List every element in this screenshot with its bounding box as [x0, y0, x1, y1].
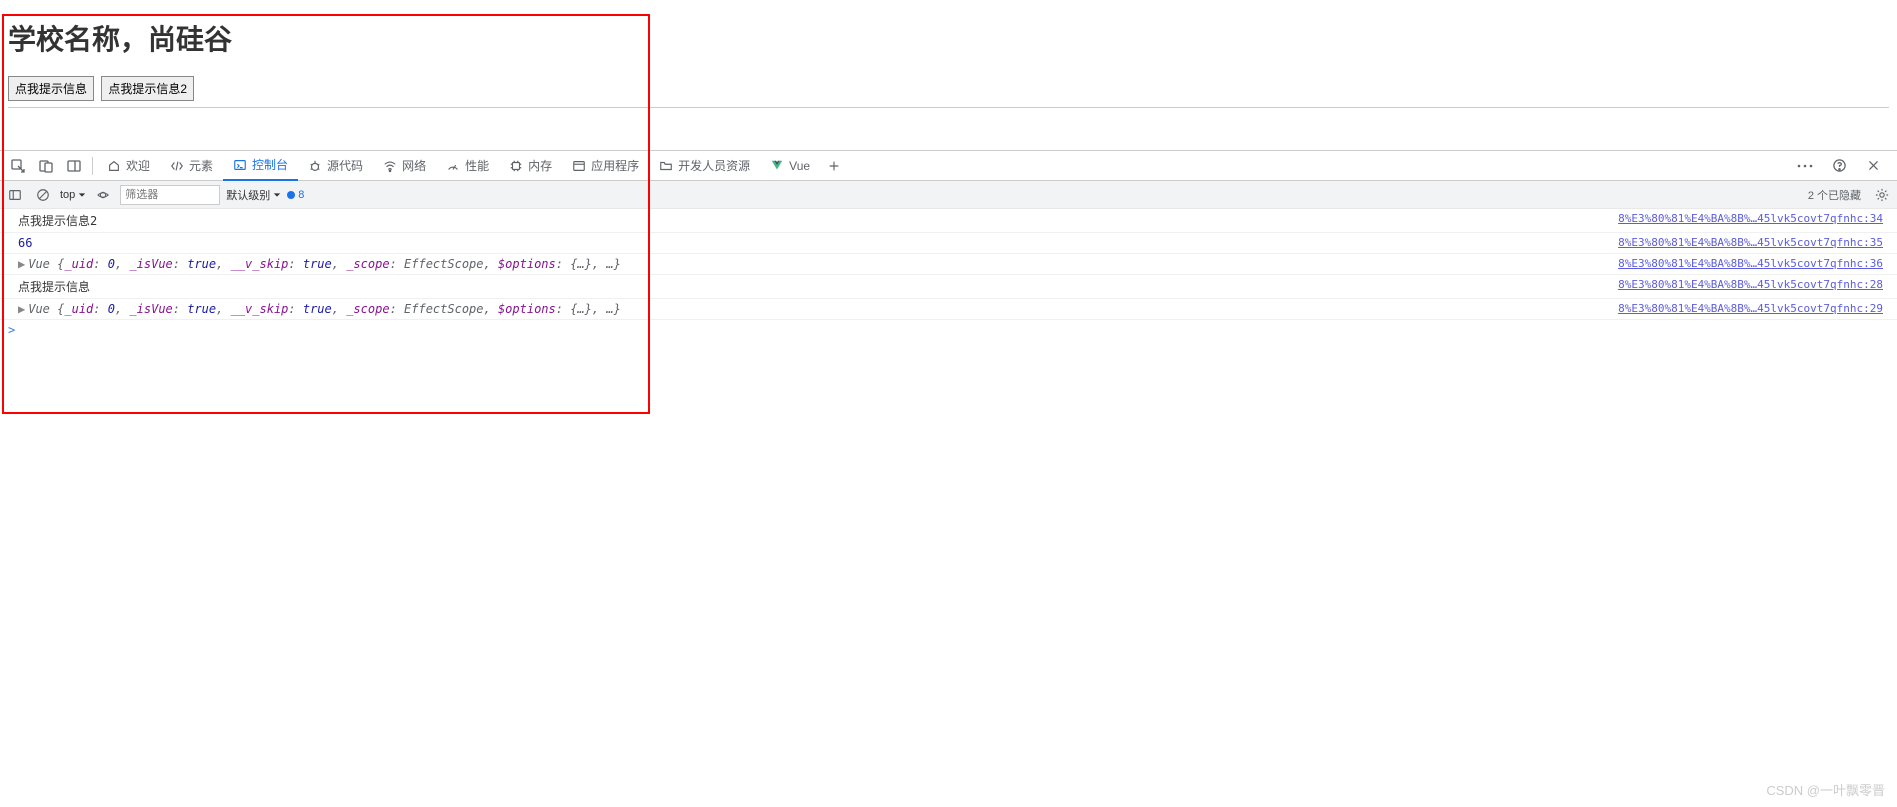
app-icon	[572, 159, 586, 173]
source-link[interactable]: 8%E3%80%81%E4%BA%8B%…45lvk5covt7qfnhc:35	[1618, 236, 1889, 249]
settings-gear-icon[interactable]	[1871, 184, 1893, 206]
tab-performance[interactable]: 性能	[436, 151, 499, 181]
context-value: top	[60, 189, 75, 201]
devtools-tabs: 欢迎 元素 控制台 源代码 网络 性能 内存 应用程序	[0, 151, 1897, 181]
tab-welcome[interactable]: 欢迎	[97, 151, 160, 181]
log-message: 点我提示信息	[18, 278, 1618, 295]
live-expression-icon[interactable]	[92, 184, 114, 206]
clear-console-icon[interactable]	[32, 184, 54, 206]
divider	[92, 157, 93, 175]
help-icon[interactable]	[1825, 152, 1853, 180]
tab-console[interactable]: 控制台	[223, 151, 298, 181]
tab-label: 欢迎	[126, 157, 150, 174]
wifi-icon	[383, 159, 397, 173]
tab-label: Vue	[789, 159, 810, 173]
hidden-count: 2 个已隐藏	[1808, 187, 1865, 203]
sidebar-toggle-icon[interactable]	[4, 184, 26, 206]
filter-input[interactable]	[120, 185, 220, 205]
console-prompt[interactable]: >	[0, 320, 1897, 340]
inspect-icon[interactable]	[4, 152, 32, 180]
console-log-row: 点我提示信息 8%E3%80%81%E4%BA%8B%…45lvk5covt7q…	[0, 275, 1897, 299]
tab-vue[interactable]: Vue	[760, 151, 820, 181]
chevron-down-icon	[78, 191, 86, 199]
expand-arrow-icon[interactable]: ▶	[18, 302, 25, 316]
add-tab-icon[interactable]	[820, 152, 848, 180]
home-icon	[107, 159, 121, 173]
context-select[interactable]: top	[60, 189, 86, 201]
tab-label: 开发人员资源	[678, 157, 750, 174]
code-icon	[170, 159, 184, 173]
tab-label: 源代码	[327, 157, 363, 174]
devtools-panel: 欢迎 元素 控制台 源代码 网络 性能 内存 应用程序	[0, 150, 1897, 340]
tab-application[interactable]: 应用程序	[562, 151, 649, 181]
badge-dot-icon	[287, 191, 295, 199]
tab-label: 元素	[189, 157, 213, 174]
level-select[interactable]: 默认级别	[226, 187, 281, 203]
log-message: ▶Vue {_uid: 0, _isVue: true, __v_skip: t…	[18, 302, 1618, 316]
badge-count: 8	[298, 189, 304, 201]
tab-elements[interactable]: 元素	[160, 151, 223, 181]
level-value: 默认级别	[226, 187, 270, 203]
folder-icon	[659, 159, 673, 173]
console-object-row: ▶Vue {_uid: 0, _isVue: true, __v_skip: t…	[0, 254, 1897, 275]
watermark: CSDN @一叶飘零晋	[1766, 780, 1885, 799]
console-log-row: 66 8%E3%80%81%E4%BA%8B%…45lvk5covt7qfnhc…	[0, 233, 1897, 254]
tab-label: 控制台	[252, 156, 288, 173]
tab-sources[interactable]: 源代码	[298, 151, 373, 181]
device-toggle-icon[interactable]	[32, 152, 60, 180]
issue-badge[interactable]: 8	[287, 189, 304, 201]
console-filter-bar: top 默认级别 8 2 个已隐藏	[0, 181, 1897, 209]
source-link[interactable]: 8%E3%80%81%E4%BA%8B%…45lvk5covt7qfnhc:29	[1618, 302, 1889, 315]
tab-label: 内存	[528, 157, 552, 174]
expand-arrow-icon[interactable]: ▶	[18, 257, 25, 271]
chevron-down-icon	[273, 191, 281, 199]
tab-memory[interactable]: 内存	[499, 151, 562, 181]
chip-icon	[509, 159, 523, 173]
vue-icon	[770, 159, 784, 173]
source-link[interactable]: 8%E3%80%81%E4%BA%8B%…45lvk5covt7qfnhc:34	[1618, 212, 1889, 225]
tab-label: 网络	[402, 157, 426, 174]
log-message: ▶Vue {_uid: 0, _isVue: true, __v_skip: t…	[18, 257, 1618, 271]
console-log-row: 点我提示信息2 8%E3%80%81%E4%BA%8B%…45lvk5covt7…	[0, 209, 1897, 233]
tab-devresources[interactable]: 开发人员资源	[649, 151, 760, 181]
dock-side-icon[interactable]	[60, 152, 88, 180]
tab-network[interactable]: 网络	[373, 151, 436, 181]
console-output: 点我提示信息2 8%E3%80%81%E4%BA%8B%…45lvk5covt7…	[0, 209, 1897, 340]
tab-label: 性能	[465, 157, 489, 174]
log-message: 66	[18, 236, 1618, 250]
page-title: 学校名称，尚硅谷	[8, 18, 1889, 58]
console-object-row: ▶Vue {_uid: 0, _isVue: true, __v_skip: t…	[0, 299, 1897, 320]
close-icon[interactable]	[1859, 152, 1887, 180]
show-info-button-2[interactable]: 点我提示信息2	[101, 76, 194, 101]
log-message: 点我提示信息2	[18, 212, 1618, 229]
more-icon[interactable]	[1791, 152, 1819, 180]
show-info-button-1[interactable]: 点我提示信息	[8, 76, 94, 101]
source-link[interactable]: 8%E3%80%81%E4%BA%8B%…45lvk5covt7qfnhc:36	[1618, 257, 1889, 270]
console-icon	[233, 158, 247, 172]
tab-label: 应用程序	[591, 157, 639, 174]
bug-icon	[308, 159, 322, 173]
gauge-icon	[446, 159, 460, 173]
divider	[8, 107, 1889, 108]
page-body: 学校名称，尚硅谷 点我提示信息 点我提示信息2	[0, 0, 1897, 116]
source-link[interactable]: 8%E3%80%81%E4%BA%8B%…45lvk5covt7qfnhc:28	[1618, 278, 1889, 291]
